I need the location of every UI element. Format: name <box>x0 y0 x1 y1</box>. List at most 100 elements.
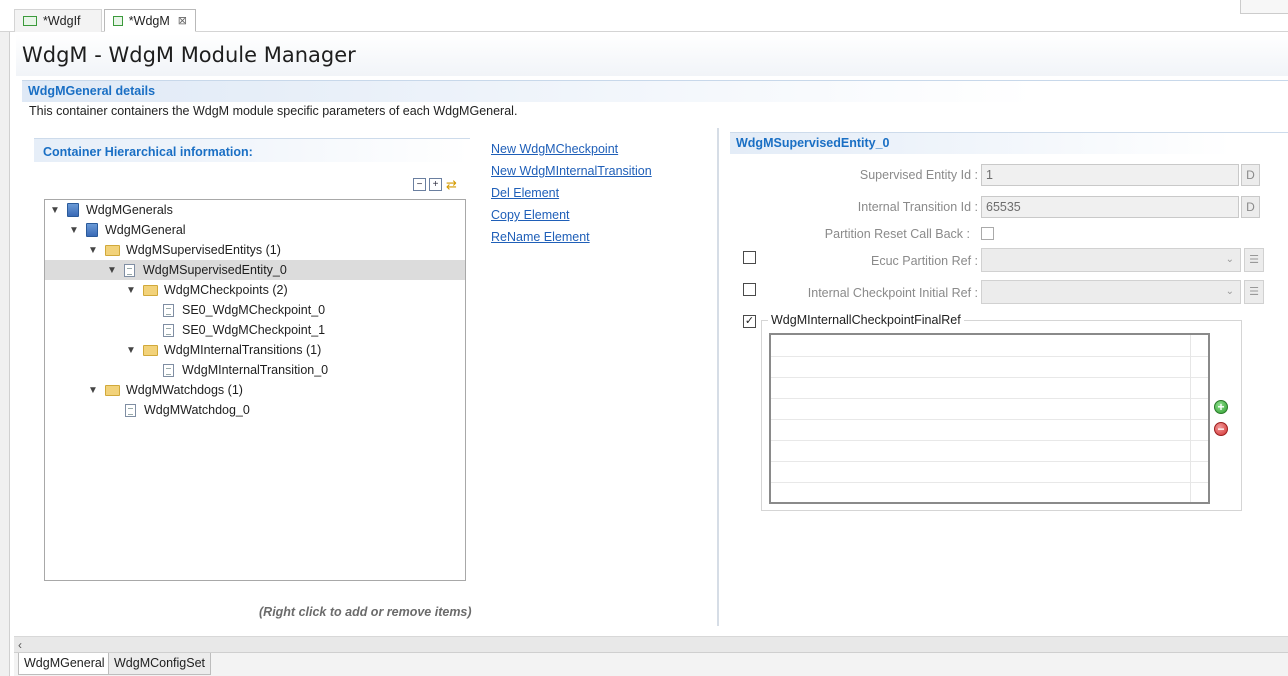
ecuc-partition-ref-select[interactable]: ⌄ <box>981 248 1241 272</box>
table-row <box>771 377 1208 378</box>
form-header: WdgM - WdgM Module Manager <box>16 34 1288 76</box>
default-button[interactable]: D <box>1241 196 1260 218</box>
tree-node-label: WdgMSupervisedEntity_0 <box>143 263 287 277</box>
supervised-entity-id-field[interactable] <box>981 164 1239 186</box>
list-icon[interactable]: ☰ <box>1244 280 1264 304</box>
table-row <box>771 419 1208 420</box>
chevron-down-icon[interactable]: ▼ <box>87 385 99 396</box>
chevron-down-icon[interactable]: ▼ <box>125 285 137 296</box>
tree-node[interactable]: SE0_WdgMCheckpoint_1 <box>163 320 325 340</box>
partition-reset-call-back-label: Partition Reset Call Back : <box>824 227 970 241</box>
chevron-down-icon[interactable]: ▼ <box>106 265 118 276</box>
document-icon <box>125 403 136 417</box>
tree-toolbar: − + ⇄ <box>413 178 458 191</box>
container-tree[interactable]: ▼ WdgMGenerals ▼ WdgMGeneral ▼ WdgMSuper… <box>44 199 466 581</box>
tree-node[interactable]: WdgMWatchdog_0 <box>125 400 250 420</box>
page-tab-wdgmconfigset[interactable]: WdgMConfigSet <box>108 653 212 675</box>
copy-element-link[interactable]: Copy Element <box>491 206 652 228</box>
final-ref-enable-checkbox[interactable]: ✓ <box>743 315 756 328</box>
tree-node-label: WdgMSupervisedEntitys (1) <box>126 243 281 257</box>
table-row <box>771 482 1208 483</box>
tab-label: *WdgIf <box>43 14 81 28</box>
supervised-entity-id-label: Supervised Entity Id : <box>859 168 978 182</box>
tree-node-selected[interactable]: ▼ WdgMSupervisedEntity_0 <box>45 260 465 280</box>
chevron-down-icon[interactable]: ▼ <box>68 225 80 236</box>
left-edge-strip <box>0 0 10 676</box>
collapse-all-icon[interactable]: − <box>413 178 426 191</box>
tree-node-label: WdgMWatchdog_0 <box>144 403 250 417</box>
document-icon <box>163 363 174 377</box>
action-links: New WdgMCheckpoint New WdgMInternalTrans… <box>491 140 652 250</box>
editor-file-icon <box>113 15 123 26</box>
folder-icon <box>143 284 158 296</box>
table-row <box>771 356 1208 357</box>
sync-icon[interactable]: ⇄ <box>445 178 458 191</box>
document-icon <box>163 323 174 337</box>
table-row <box>771 461 1208 462</box>
folder-icon <box>143 344 158 356</box>
close-icon[interactable]: ⊠ <box>178 14 187 27</box>
table-row <box>771 440 1208 441</box>
tree-node[interactable]: ▼ WdgMInternalTransitions (1) <box>125 340 321 360</box>
tree-node[interactable]: SE0_WdgMCheckpoint_0 <box>163 300 325 320</box>
chevron-down-icon: ⌄ <box>1225 286 1234 297</box>
tree-node-label: WdgMInternalTransitions (1) <box>164 343 322 357</box>
new-internal-transition-link[interactable]: New WdgMInternalTransition <box>491 162 652 184</box>
folder-icon <box>105 244 120 256</box>
scroll-left-icon[interactable]: ‹ <box>18 638 22 652</box>
tree-hint: (Right click to add or remove items) <box>259 605 472 619</box>
chevron-down-icon[interactable]: ▼ <box>125 345 137 356</box>
chevron-down-icon[interactable]: ▼ <box>49 205 61 216</box>
module-icon <box>86 223 98 237</box>
tree-node[interactable]: WdgMInternalTransition_0 <box>163 360 328 380</box>
delete-element-link[interactable]: Del Element <box>491 184 652 206</box>
chevron-down-icon[interactable]: ▼ <box>87 245 99 256</box>
tree-node[interactable]: ▼ WdgMGenerals <box>49 200 173 220</box>
tab-wdgif[interactable]: *WdgIf <box>14 9 102 32</box>
table-column-divider <box>1190 335 1191 502</box>
new-checkpoint-link[interactable]: New WdgMCheckpoint <box>491 140 652 162</box>
folder-icon <box>105 384 120 396</box>
tree-node[interactable]: ▼ WdgMWatchdogs (1) <box>87 380 243 400</box>
window-control[interactable] <box>1240 0 1288 14</box>
tree-node-label: SE0_WdgMCheckpoint_0 <box>182 303 326 317</box>
page-tab-wdgmgeneral[interactable]: WdgMGeneral <box>18 653 111 675</box>
internal-checkpoint-initial-ref-label: Internal Checkpoint Initial Ref : <box>807 286 978 300</box>
document-icon <box>124 263 135 277</box>
internal-checkpoint-initial-ref-select[interactable]: ⌄ <box>981 280 1241 304</box>
internal-transition-id-field[interactable] <box>981 196 1239 218</box>
tree-node-label: WdgMCheckpoints (2) <box>164 283 288 297</box>
tree-node-label: WdgMWatchdogs (1) <box>126 383 243 397</box>
panel-title: Container Hierarchical information: <box>43 145 253 159</box>
detail-title: WdgMSupervisedEntity_0 <box>736 136 890 150</box>
module-icon <box>67 203 79 217</box>
panel-divider[interactable] <box>717 128 719 626</box>
list-icon[interactable]: ☰ <box>1244 248 1264 272</box>
expand-all-icon[interactable]: + <box>429 178 442 191</box>
section-header: WdgMGeneral details <box>22 80 1288 102</box>
tab-label: *WdgM <box>128 13 170 28</box>
section-description: This container containers the WdgM modul… <box>29 104 518 118</box>
partition-reset-call-back-checkbox[interactable] <box>981 227 994 240</box>
tree-node-label: WdgMGeneral <box>105 223 186 237</box>
editor-tab-bar: *WdgIf *WdgM ⊠ <box>0 0 1288 32</box>
tree-node-label: SE0_WdgMCheckpoint_1 <box>182 323 326 337</box>
tab-wdgm[interactable]: *WdgM ⊠ <box>104 9 196 32</box>
default-button[interactable]: D <box>1241 164 1260 186</box>
add-icon[interactable]: + <box>1214 400 1228 414</box>
final-ref-group-label: WdgMInternallCheckpointFinalRef <box>768 313 964 327</box>
remove-icon[interactable]: − <box>1214 422 1228 436</box>
table-row <box>771 398 1208 399</box>
final-ref-table[interactable] <box>769 333 1210 504</box>
page-tabs: WdgMGeneral WdgMConfigSet <box>14 652 1288 676</box>
horizontal-scrollbar[interactable]: ‹ <box>14 636 1288 652</box>
tree-node[interactable]: ▼ WdgMCheckpoints (2) <box>125 280 288 300</box>
section-title[interactable]: WdgMGeneral details <box>28 84 155 98</box>
document-icon <box>163 303 174 317</box>
editor-file-icon <box>23 16 37 26</box>
tree-node[interactable]: ▼ WdgMSupervisedEntitys (1) <box>87 240 281 260</box>
tree-node[interactable]: ▼ WdgMGeneral <box>68 220 186 240</box>
rename-element-link[interactable]: ReName Element <box>491 228 652 250</box>
tree-node-label: WdgMInternalTransition_0 <box>182 363 329 377</box>
chevron-down-icon: ⌄ <box>1225 254 1234 265</box>
